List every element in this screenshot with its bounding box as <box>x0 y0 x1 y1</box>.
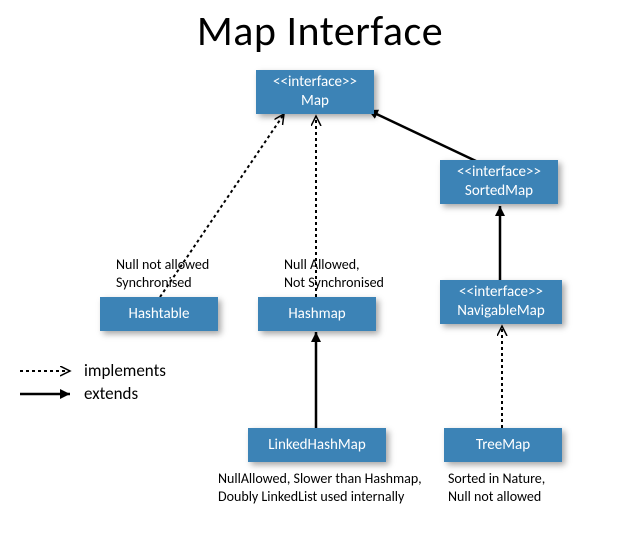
class-name: LinkedHashMap <box>268 436 365 455</box>
node-hashtable: Hashtable <box>100 297 218 331</box>
class-name: Map <box>301 92 329 111</box>
class-name: Hashmap <box>288 305 345 324</box>
node-navigablemap: <<interface>> NavigableMap <box>440 280 562 324</box>
node-linkedhashmap: LinkedHashMap <box>248 428 386 462</box>
stereotype: <<interface>> <box>457 163 541 182</box>
annotation-hashmap: Null Allowed, Not Synchronised <box>284 256 384 291</box>
stereotype: <<interface>> <box>459 283 543 302</box>
node-treemap: TreeMap <box>444 428 562 462</box>
node-map: <<interface>> Map <box>256 70 374 114</box>
node-sortedmap: <<interface>> SortedMap <box>440 160 558 204</box>
class-name: Hashtable <box>129 305 190 324</box>
annotation-treemap: Sorted in Nature, Null not allowed <box>448 470 545 505</box>
stereotype: <<interface>> <box>273 73 357 92</box>
legend-implements-line <box>20 362 74 380</box>
class-name: SortedMap <box>465 182 533 201</box>
edge-sortedmap-map <box>368 110 478 162</box>
legend-implements-label: implements <box>84 360 166 381</box>
legend-extends-label: extends <box>84 383 138 404</box>
legend: implements extends <box>20 360 166 406</box>
node-hashmap: Hashmap <box>258 297 376 331</box>
annotation-linkedhashmap: NullAllowed, Slower than Hashmap, Doubly… <box>218 470 422 505</box>
diagram-title: Map Interface <box>0 6 640 57</box>
class-name: TreeMap <box>476 436 530 455</box>
class-name: NavigableMap <box>457 302 544 321</box>
legend-extends-line <box>20 385 74 403</box>
legend-implements: implements <box>20 360 166 381</box>
annotation-hashtable: Null not allowed Synchronised <box>116 256 209 291</box>
legend-extends: extends <box>20 383 166 404</box>
